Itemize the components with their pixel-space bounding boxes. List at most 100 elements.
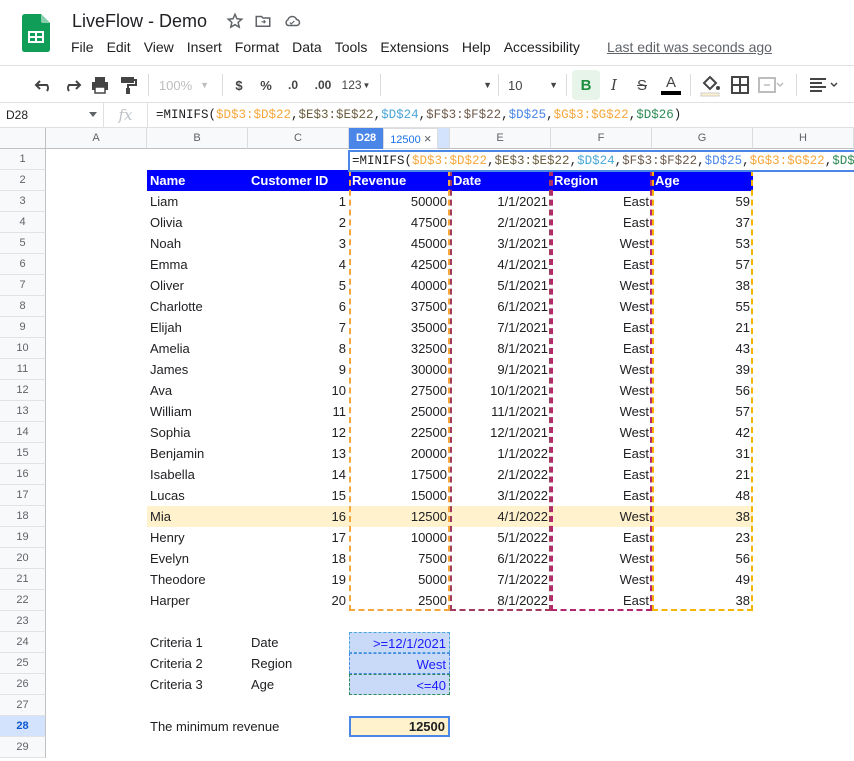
formula-input[interactable]: =MINIFS($D$3:$D$22,$E$3:$E$22,$D$24,$F$3… [148,108,681,122]
table-cell[interactable]: Oliver [147,275,248,296]
row-header[interactable]: 19 [0,527,46,548]
row-header[interactable]: 14 [0,422,46,443]
move-folder-icon[interactable] [254,12,272,30]
close-icon[interactable]: × [424,131,432,146]
menu-insert[interactable]: Insert [187,39,228,55]
row-header[interactable]: 20 [0,548,46,569]
table-cell[interactable]: James [147,359,248,380]
row-header[interactable]: 18 [0,506,46,527]
menu-help[interactable]: Help [462,39,497,55]
select-all-corner[interactable] [0,128,46,149]
table-header-cell[interactable]: Name [147,170,248,191]
horizontal-align-icon[interactable] [806,70,842,100]
increase-decimal-button[interactable]: .00 [310,70,336,100]
table-cell[interactable]: Benjamin [147,443,248,464]
row-header[interactable]: 4 [0,212,46,233]
table-cell[interactable]: Isabella [147,464,248,485]
row-header[interactable]: 27 [0,695,46,716]
document-title[interactable]: LiveFlow - Demo [72,11,207,32]
criteria-value-cell[interactable]: >=12/1/2021 [349,632,450,653]
row-header[interactable]: 16 [0,464,46,485]
table-cell[interactable]: 2 [248,212,349,233]
row-header[interactable]: 8 [0,296,46,317]
menu-format[interactable]: Format [235,39,285,55]
table-cell[interactable]: 16 [248,506,349,527]
font-size-select[interactable]: 10 ▼ [504,70,562,100]
menu-edit[interactable]: Edit [107,39,137,55]
row-header[interactable]: 9 [0,317,46,338]
table-cell[interactable]: 12 [248,422,349,443]
borders-icon[interactable] [728,70,752,100]
table-cell[interactable]: William [147,401,248,422]
column-header-c[interactable]: C [248,128,349,149]
paint-format-icon[interactable] [116,70,140,100]
table-cell[interactable]: 18 [248,548,349,569]
table-cell[interactable]: Lucas [147,485,248,506]
row-header[interactable]: 5 [0,233,46,254]
row-header[interactable]: 11 [0,359,46,380]
column-header-b[interactable]: B [147,128,248,149]
table-cell[interactable]: 5 [248,275,349,296]
table-cell[interactable]: 9 [248,359,349,380]
table-cell[interactable]: Liam [147,191,248,212]
star-icon[interactable] [226,12,244,30]
font-family-select[interactable]: ▼ [388,70,492,100]
row-header[interactable]: 23 [0,611,46,632]
row-header[interactable]: 12 [0,380,46,401]
text-color-button[interactable]: A [659,70,683,100]
result-cell[interactable]: 12500 [349,716,450,737]
row-header[interactable]: 7 [0,275,46,296]
zoom-select[interactable]: 100% ▼ [156,70,212,100]
table-cell[interactable]: 14 [248,464,349,485]
decrease-decimal-button[interactable]: .0 [282,70,304,100]
column-header-g[interactable]: G [652,128,753,149]
criteria-value-cell[interactable]: West [349,653,450,674]
table-cell[interactable]: 3 [248,233,349,254]
column-header-h[interactable]: H [753,128,854,149]
table-cell[interactable]: 17 [248,527,349,548]
row-header[interactable]: 28 [0,716,46,737]
column-header-e[interactable]: E [450,128,551,149]
table-cell[interactable]: 13 [248,443,349,464]
menu-data[interactable]: Data [292,39,328,55]
column-header-a[interactable]: A [46,128,147,149]
table-cell[interactable]: Olivia [147,212,248,233]
currency-button[interactable]: $ [230,70,248,100]
table-cell[interactable]: Ava [147,380,248,401]
table-cell[interactable]: 20 [248,590,349,611]
row-header[interactable]: 26 [0,674,46,695]
row-header[interactable]: 24 [0,632,46,653]
italic-button[interactable]: I [603,70,625,100]
strikethrough-button[interactable]: S [631,70,653,100]
criteria-value-cell[interactable]: <=40 [349,674,450,695]
row-header[interactable]: 10 [0,338,46,359]
row-header[interactable]: 29 [0,737,46,758]
table-cell[interactable]: Charlotte [147,296,248,317]
name-box[interactable]: D28 [0,102,104,128]
table-cell[interactable]: 11 [248,401,349,422]
fill-color-icon[interactable] [698,70,722,100]
row-header[interactable]: 6 [0,254,46,275]
row-header[interactable]: 21 [0,569,46,590]
row-header[interactable]: 1 [0,149,46,170]
table-cell[interactable]: 7 [248,317,349,338]
table-cell[interactable]: 15 [248,485,349,506]
table-cell[interactable]: 1 [248,191,349,212]
table-cell[interactable]: Henry [147,527,248,548]
redo-icon[interactable] [60,70,84,100]
table-cell[interactable]: 19 [248,569,349,590]
row-header[interactable]: 22 [0,590,46,611]
row-header[interactable]: 15 [0,443,46,464]
table-cell[interactable]: Noah [147,233,248,254]
cloud-status-icon[interactable] [282,12,302,30]
percent-button[interactable]: % [257,70,275,100]
table-cell[interactable]: Evelyn [147,548,248,569]
column-header-f[interactable]: F [551,128,652,149]
row-header[interactable]: 13 [0,401,46,422]
table-cell[interactable]: Sophia [147,422,248,443]
table-cell[interactable]: Emma [147,254,248,275]
row-header[interactable]: 3 [0,191,46,212]
menu-accessibility[interactable]: Accessibility [504,39,586,55]
row-header[interactable]: 2 [0,170,46,191]
table-cell[interactable]: Theodore [147,569,248,590]
